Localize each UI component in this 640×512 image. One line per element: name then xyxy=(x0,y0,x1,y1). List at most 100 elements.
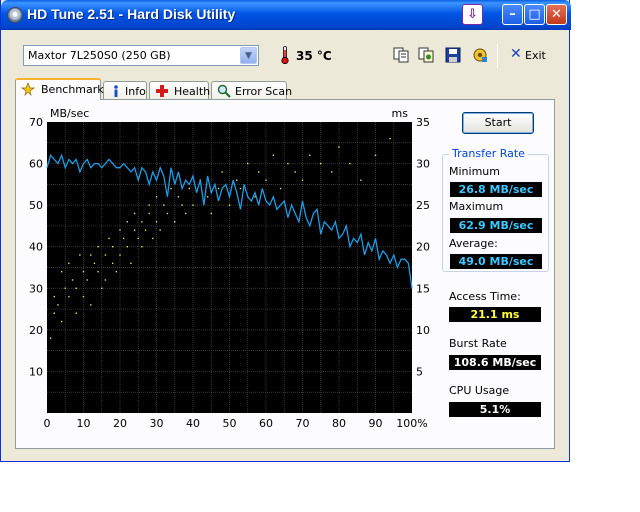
burst-rate-label: Burst Rate xyxy=(449,337,507,350)
access-time-point xyxy=(221,171,223,173)
maximum-value: 62.9 MB/sec xyxy=(450,218,542,233)
access-time-point xyxy=(108,237,110,240)
access-time-point xyxy=(163,204,165,206)
access-time-point xyxy=(239,187,242,190)
tab-health[interactable]: Health xyxy=(149,81,211,100)
right-axis-tick-label: 5 xyxy=(416,365,423,378)
right-axis-tick-label: 10 xyxy=(416,324,430,337)
access-time-point xyxy=(338,146,340,148)
maximum-label: Maximum xyxy=(449,200,504,213)
hard-disk-app-icon xyxy=(7,7,23,23)
minimize-button[interactable]: – xyxy=(502,4,523,25)
access-time-point xyxy=(258,171,260,173)
access-time-point xyxy=(144,229,147,231)
access-time-point xyxy=(170,187,172,190)
access-time-point xyxy=(90,254,92,256)
minimum-value: 26.8 MB/sec xyxy=(450,182,542,197)
x-axis-tick-label: 0 xyxy=(44,417,51,430)
access-time-point xyxy=(177,196,180,198)
chevron-down-icon[interactable]: ▼ xyxy=(240,47,257,64)
access-time-point xyxy=(119,229,121,231)
access-time-point xyxy=(294,171,296,173)
access-time-point xyxy=(217,187,220,190)
x-axis-tick-label: 60 xyxy=(259,417,273,430)
access-time-point xyxy=(119,254,121,256)
right-axis-tick-label: 35 xyxy=(416,116,430,129)
right-axis-tick-label: 15 xyxy=(416,282,430,295)
access-time-point xyxy=(122,237,125,240)
start-button[interactable]: Start xyxy=(462,112,534,134)
access-time-label: Access Time: xyxy=(449,290,521,303)
exit-label: Exit xyxy=(525,49,546,62)
tab-benchmark[interactable]: Benchmark xyxy=(15,78,104,100)
access-time-point xyxy=(210,212,212,215)
access-time-point xyxy=(265,179,267,181)
access-time-point xyxy=(272,154,274,156)
access-time-point xyxy=(309,154,311,156)
drive-select[interactable]: Maxtor 7L250S0 (250 GB) ▼ xyxy=(23,45,259,66)
access-time-point xyxy=(57,304,59,306)
access-time-point xyxy=(374,154,377,156)
x-axis-tick-label: 10 xyxy=(77,417,91,430)
access-time-point xyxy=(112,262,114,265)
save-icon[interactable] xyxy=(445,47,461,63)
copy-icon[interactable] xyxy=(393,47,409,63)
access-time-point xyxy=(360,179,362,181)
access-time-point xyxy=(104,279,107,281)
x-axis-tick-label: 30 xyxy=(150,417,164,430)
benchmark-chart: 10 20 30 40 50 60 70 5 10 15 20 25 30 35 0 10 20 30 40 50 60… xyxy=(29,107,430,430)
access-time-point xyxy=(75,312,77,314)
tab-error-scan[interactable]: Error Scan xyxy=(211,81,292,100)
toolbar: Maxtor 7L250S0 (250 GB) ▼ 35 °C ✕ Exit xyxy=(1,30,569,78)
access-time-point xyxy=(185,212,187,215)
title-bar[interactable]: HD Tune 2.51 - Hard Disk Utility ⇩ – □ ✕ xyxy=(1,0,571,30)
thermometer-icon xyxy=(281,46,289,64)
x-axis-tick-label: 90 xyxy=(369,417,383,430)
download-arrow-icon[interactable]: ⇩ xyxy=(462,4,483,25)
access-time-value: 21.1 ms xyxy=(449,307,541,322)
access-time-point xyxy=(68,262,70,265)
left-axis-tick-label: 60 xyxy=(29,158,43,171)
access-time-point xyxy=(71,279,74,281)
x-axis-tick-label: 100% xyxy=(396,417,427,430)
tab-label: Health xyxy=(174,85,211,98)
x-axis-tick-label: 40 xyxy=(186,417,200,430)
access-time-point xyxy=(279,187,282,190)
benchmark-icon xyxy=(21,82,35,96)
access-time-point xyxy=(236,179,238,181)
access-time-point xyxy=(126,246,128,248)
access-time-point xyxy=(320,162,322,165)
maximize-button[interactable]: □ xyxy=(524,4,545,25)
left-axis-unit: MB/sec xyxy=(50,107,89,120)
tab-bar: Benchmark Info Health Error Scan xyxy=(15,78,555,100)
left-axis-tick-label: 40 xyxy=(29,241,43,254)
access-time-point xyxy=(389,137,391,140)
access-time-point xyxy=(166,212,169,215)
tab-label: Benchmark xyxy=(41,83,104,96)
options-icon[interactable] xyxy=(472,47,488,63)
access-time-point xyxy=(228,204,231,206)
right-axis-tick-label: 30 xyxy=(416,158,430,171)
access-time-point xyxy=(75,287,77,289)
exit-button[interactable]: ✕ Exit xyxy=(507,46,549,66)
access-time-point xyxy=(60,320,63,323)
access-time-point xyxy=(152,237,154,240)
access-time-point xyxy=(133,212,136,215)
access-time-point xyxy=(349,162,351,165)
close-button[interactable]: ✕ xyxy=(546,4,567,25)
access-time-point xyxy=(159,229,161,231)
access-time-point xyxy=(247,162,249,165)
exit-icon: ✕ xyxy=(510,46,522,62)
access-time-point xyxy=(181,204,183,206)
burst-rate-value: 108.6 MB/sec xyxy=(449,355,541,370)
access-time-point xyxy=(174,221,176,223)
left-axis-tick-label: 20 xyxy=(29,324,43,337)
left-axis-tick-label: 30 xyxy=(29,282,43,295)
right-axis-tick-label: 20 xyxy=(416,241,430,254)
tab-info[interactable]: Info xyxy=(103,81,147,100)
access-time-point xyxy=(126,221,128,223)
access-time-point xyxy=(86,279,88,281)
copy-info-icon[interactable] xyxy=(418,47,434,63)
transfer-rate-group: Transfer Rate Minimum 26.8 MB/sec Maximu… xyxy=(442,147,549,272)
right-axis-tick-label: 25 xyxy=(416,199,430,212)
